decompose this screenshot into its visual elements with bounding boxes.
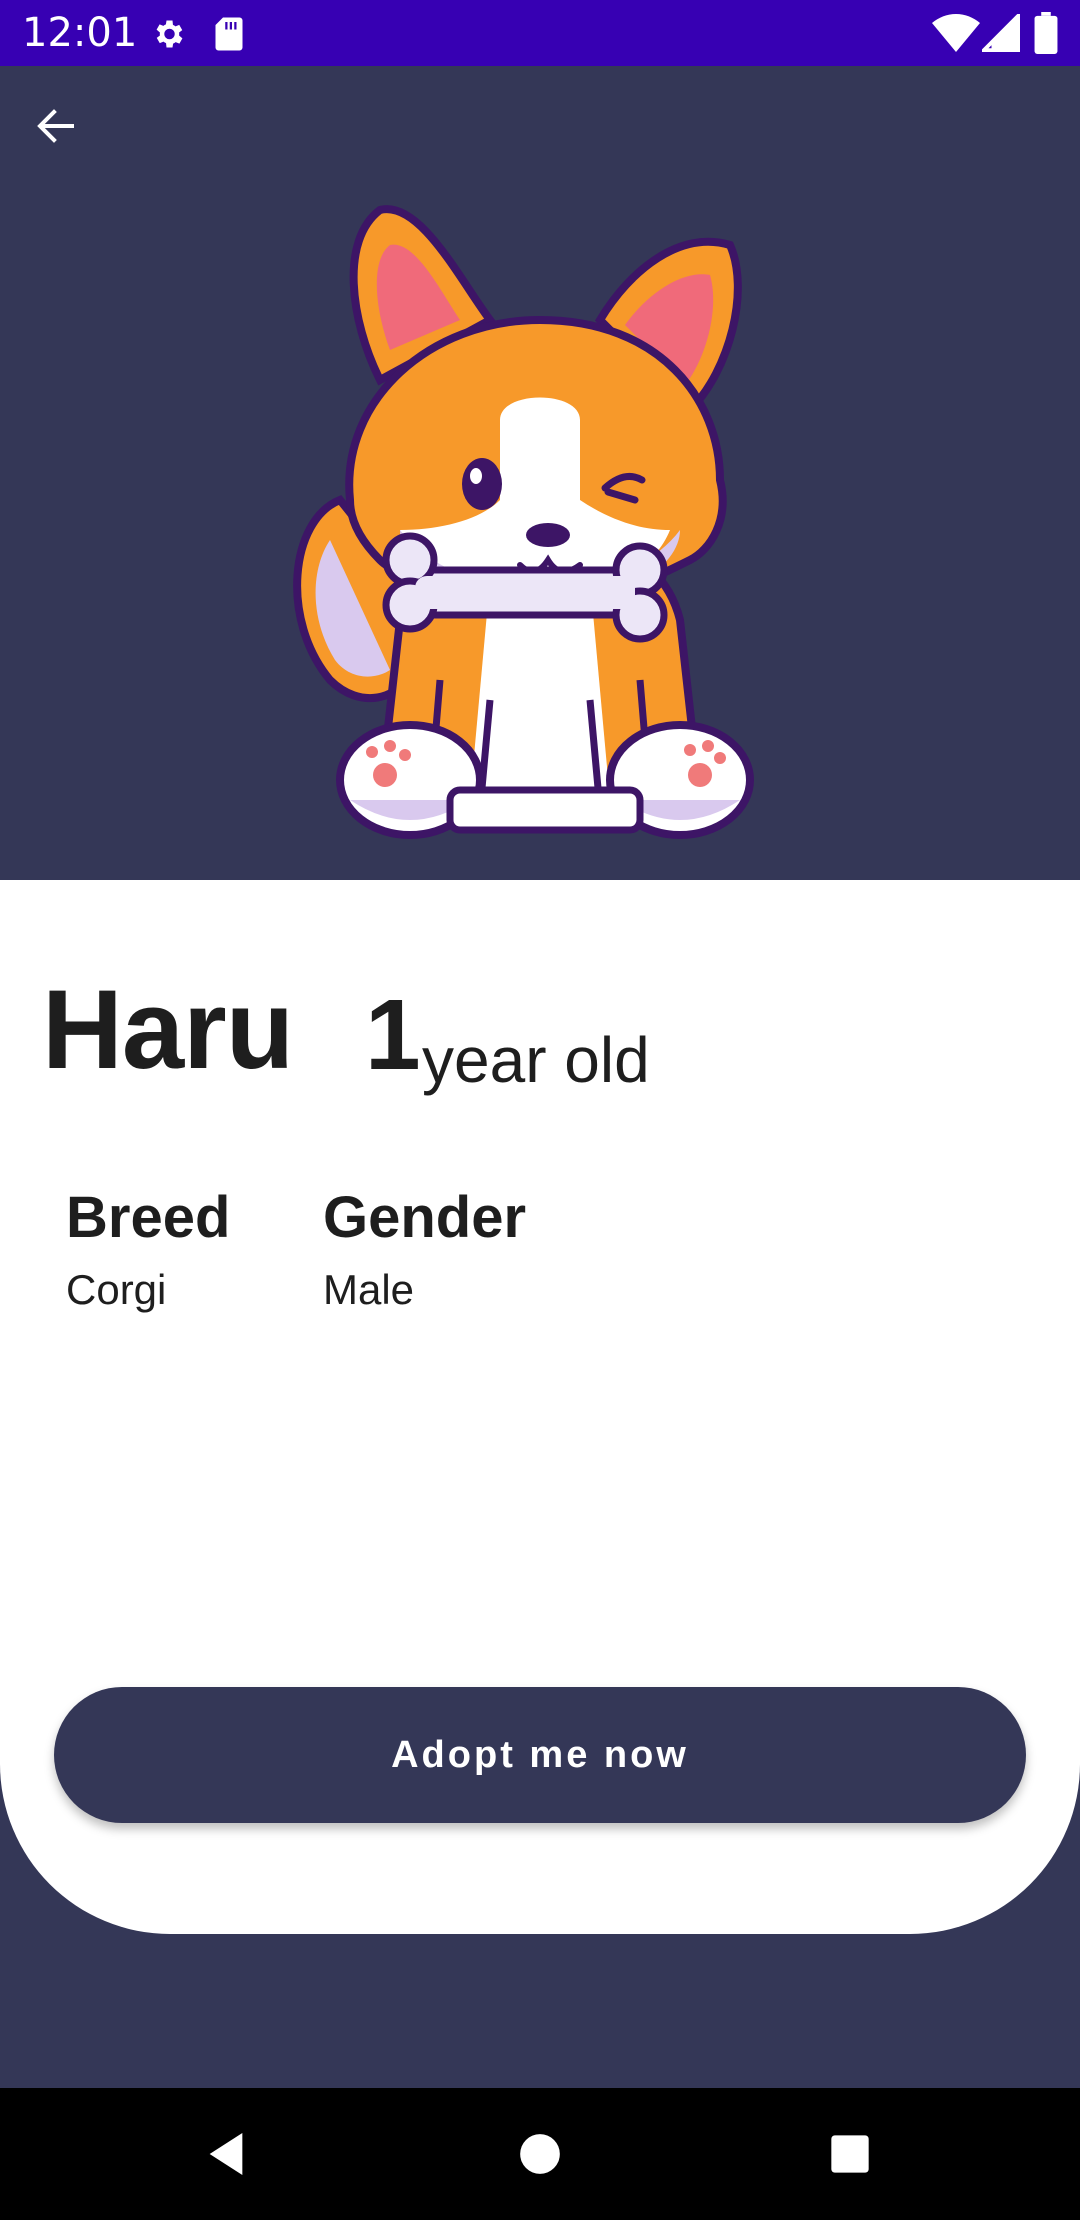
navigation-bar (0, 2088, 1080, 2220)
triangle-back-icon (209, 2133, 243, 2175)
wifi-icon (932, 14, 980, 52)
pet-detail-screen: 12:01 Haru 1 year old Breed Corgi Gender… (0, 0, 1080, 2220)
back-button[interactable] (20, 90, 92, 162)
adopt-button[interactable]: Adopt me now (54, 1687, 1026, 1823)
gender-label: Gender (323, 1185, 527, 1250)
square-recents-icon (831, 2135, 869, 2173)
status-time: 12:01 (22, 10, 138, 56)
nav-home-button[interactable] (500, 2114, 580, 2194)
pet-name: Haru (42, 967, 294, 1092)
breed-value: Corgi (66, 1266, 167, 1313)
corgi-illustration (293, 205, 754, 839)
signal-icon (982, 14, 1020, 52)
nav-back-button[interactable] (186, 2114, 266, 2194)
battery-icon (1034, 12, 1058, 54)
breed-label: Breed (66, 1185, 231, 1250)
arrow-left-icon (37, 109, 74, 143)
status-bar: 12:01 (0, 0, 1080, 66)
pet-age-number: 1 (365, 979, 421, 1091)
gender-value: Male (323, 1266, 415, 1313)
pet-age-unit: year old (422, 1024, 650, 1096)
sd-card-icon (215, 17, 243, 51)
circle-home-icon (520, 2134, 560, 2174)
nav-recents-button[interactable] (810, 2114, 890, 2194)
gear-icon (156, 20, 183, 48)
